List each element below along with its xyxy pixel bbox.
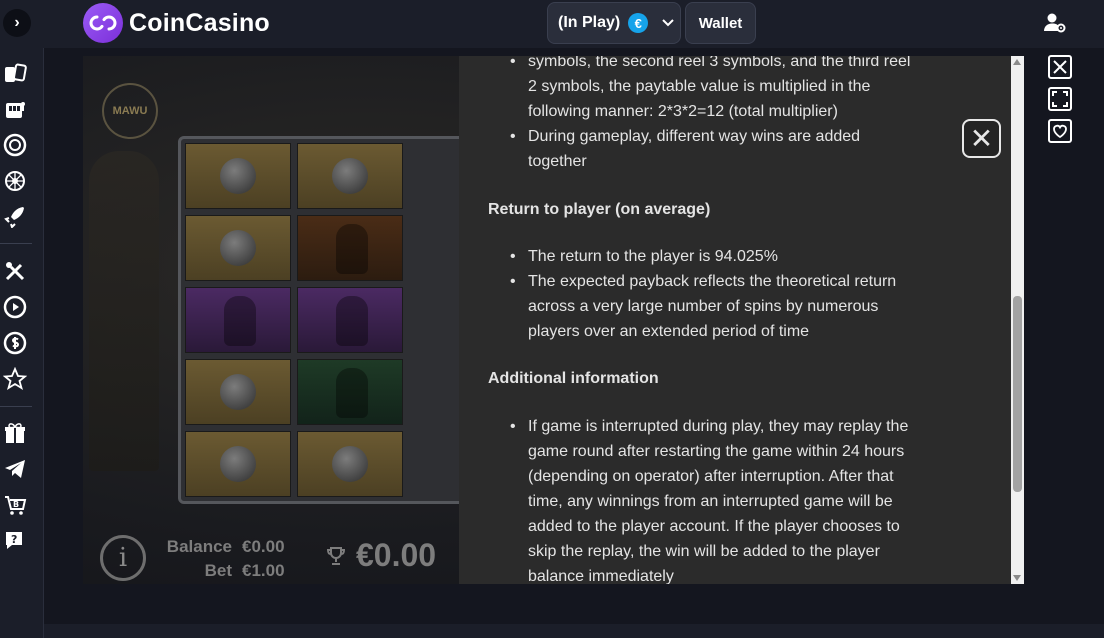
- sidebar-toggle-button[interactable]: ›: [3, 9, 31, 37]
- list-item-line: following manner: 2*3*2=12 (total multip…: [528, 103, 838, 120]
- wallet-button[interactable]: Wallet: [685, 2, 756, 44]
- list-item-line: The expected payback reflects the theore…: [528, 273, 897, 290]
- list-item-line: balance immediately: [528, 568, 674, 584]
- bottom-strip: [44, 624, 1104, 638]
- scroll-up-arrow-icon[interactable]: [1013, 59, 1021, 65]
- scroll-down-arrow-icon[interactable]: [1013, 575, 1021, 581]
- game-logo: MAWU: [102, 83, 158, 139]
- info-scrollbar[interactable]: [1011, 56, 1024, 584]
- chevron-right-icon: ›: [14, 14, 20, 31]
- list-item-line: 2 symbols, the paytable value is multipl…: [528, 78, 871, 95]
- cards-icon[interactable]: [3, 62, 27, 86]
- list-item-line: together: [528, 153, 587, 170]
- list-item: During gameplay, different way wins are …: [488, 124, 938, 174]
- list-item: The expected payback reflects the theore…: [488, 269, 938, 344]
- list-item: If game is interrupted during play, they…: [488, 414, 938, 584]
- list-item: The return to the player is 94.025%: [488, 244, 938, 269]
- fullscreen-icon[interactable]: [1048, 87, 1072, 111]
- bet-label: Bet: [204, 561, 232, 580]
- chevron-down-icon: [662, 16, 674, 30]
- close-info-button[interactable]: ✕: [962, 119, 1001, 158]
- list-item-line: (depending on operator) after interrupti…: [528, 468, 894, 485]
- reel-symbol: [185, 143, 291, 209]
- dollar-coin-icon[interactable]: [3, 331, 27, 355]
- svg-text:B: B: [13, 500, 19, 509]
- paytable-content: symbols, the second reel 3 symbols, and …: [488, 56, 938, 584]
- list-item-line: players over an extended period of time: [528, 323, 810, 340]
- list-item-line: During gameplay, different way wins are …: [528, 128, 861, 145]
- list-item-line: added to the player account. If the play…: [528, 518, 900, 535]
- favorite-icon[interactable]: [1048, 119, 1072, 143]
- close-game-icon[interactable]: [1048, 55, 1072, 79]
- poker-chip-icon[interactable]: [3, 133, 27, 157]
- reel-symbol: [185, 287, 291, 353]
- play-mode-label: (In Play): [558, 14, 621, 31]
- balance-label: Balance: [166, 537, 232, 556]
- telegram-icon[interactable]: [3, 457, 27, 481]
- roulette-icon[interactable]: [3, 169, 27, 193]
- paytable-info-panel[interactable]: symbols, the second reel 3 symbols, and …: [459, 56, 1011, 584]
- slot-reels: [178, 136, 468, 504]
- help-chat-icon[interactable]: ?: [3, 529, 27, 553]
- reel-symbol: [297, 431, 403, 497]
- bet-value: €1.00: [242, 561, 285, 580]
- play-circle-icon[interactable]: [3, 295, 27, 319]
- reel-symbol: [297, 287, 403, 353]
- list-item: symbols, the second reel 3 symbols, and …: [488, 56, 938, 124]
- star-icon[interactable]: [2, 366, 28, 391]
- rocket-icon[interactable]: [3, 204, 27, 229]
- reel-symbol: [297, 359, 403, 425]
- user-settings-icon[interactable]: [1043, 11, 1067, 35]
- slot-machine-icon[interactable]: [3, 97, 27, 121]
- reel-symbol: [185, 359, 291, 425]
- reel-symbol: [185, 215, 291, 281]
- list-item-line: If game is interrupted during play, they…: [528, 418, 909, 435]
- bitcoin-cart-icon[interactable]: B: [3, 493, 27, 517]
- section-heading-additional: Additional information: [488, 370, 659, 387]
- reel-symbol: [185, 431, 291, 497]
- list-item-line: across a very large number of spins by n…: [528, 298, 879, 315]
- coincasino-logo-icon: [83, 3, 123, 43]
- sports-icon[interactable]: [3, 259, 27, 283]
- reel-symbol: [297, 215, 403, 281]
- win-amount: €0.00: [356, 537, 437, 573]
- trophy-icon: [326, 546, 346, 566]
- list-item-line: skip the replay, the win will be added t…: [528, 543, 880, 560]
- reel-symbol: [297, 143, 403, 209]
- rail-divider: [0, 406, 32, 407]
- play-mode-dropdown[interactable]: (In Play) €: [547, 2, 681, 44]
- brand-name: CoinCasino: [129, 8, 270, 37]
- list-item-line: symbols, the second reel 3 symbols, and …: [528, 56, 911, 70]
- euro-currency-icon: €: [628, 13, 649, 33]
- list-item-line: game round after restarting the game wit…: [528, 443, 905, 460]
- balance-value: €0.00: [242, 537, 285, 556]
- section-heading-rtp: Return to player (on average): [488, 201, 711, 218]
- rail-divider: [0, 243, 32, 244]
- list-item-line: The return to the player is 94.025%: [528, 248, 778, 265]
- statue-decoration: [89, 151, 159, 471]
- brand-logo[interactable]: CoinCasino: [83, 3, 270, 43]
- list-item-line: time, any winnings from an interrupted g…: [528, 493, 893, 510]
- gift-icon[interactable]: [3, 421, 27, 445]
- scrollbar-thumb[interactable]: [1013, 296, 1022, 492]
- svg-text:?: ?: [11, 533, 17, 546]
- game-info-button[interactable]: i: [100, 535, 146, 581]
